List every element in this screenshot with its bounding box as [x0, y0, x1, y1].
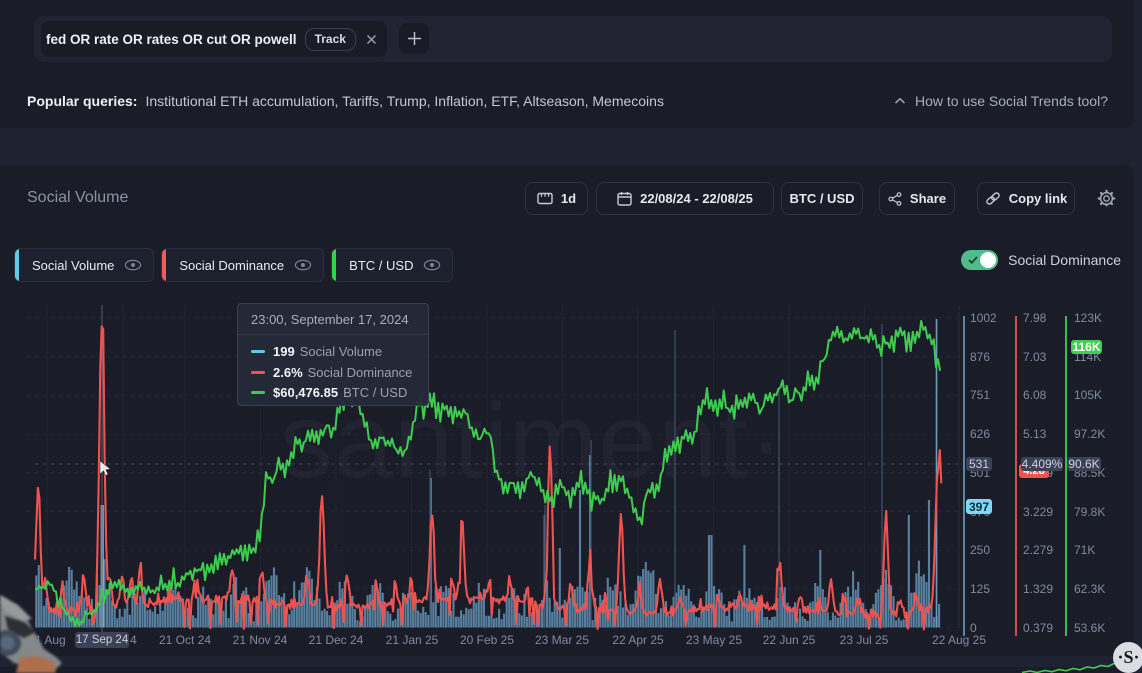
svg-text:1.329: 1.329 — [1023, 582, 1053, 596]
svg-text:21 Dec 24: 21 Dec 24 — [309, 633, 364, 647]
svg-text:751: 751 — [970, 388, 990, 402]
svg-text:97.2K: 97.2K — [1074, 427, 1105, 441]
svg-text:71K: 71K — [1074, 543, 1095, 557]
svg-text:7.98: 7.98 — [1023, 311, 1047, 325]
svg-text:3.229: 3.229 — [1023, 505, 1053, 519]
svg-text:5.13: 5.13 — [1023, 427, 1047, 441]
svg-text:23 Jul 25: 23 Jul 25 — [840, 633, 889, 647]
svg-text:79.8K: 79.8K — [1074, 505, 1105, 519]
svg-text:123K: 123K — [1074, 311, 1102, 325]
svg-text:626: 626 — [970, 427, 990, 441]
svg-text:0.379: 0.379 — [1023, 621, 1053, 635]
svg-text:22 Jun 25: 22 Jun 25 — [763, 633, 816, 647]
svg-text:23 May 25: 23 May 25 — [686, 633, 742, 647]
svg-text:2.279: 2.279 — [1023, 543, 1053, 557]
svg-text:21 Jan 25: 21 Jan 25 — [386, 633, 439, 647]
svg-text:21 Nov 24: 21 Nov 24 — [233, 633, 288, 647]
svg-text:53.6K: 53.6K — [1074, 621, 1105, 635]
svg-text:22 Apr 25: 22 Apr 25 — [612, 633, 664, 647]
svg-text:6.08: 6.08 — [1023, 388, 1047, 402]
svg-text:20 Feb 25: 20 Feb 25 — [460, 633, 514, 647]
svg-text:1002: 1002 — [970, 311, 997, 325]
svg-text:105K: 105K — [1074, 388, 1102, 402]
svg-text:23 Mar 25: 23 Mar 25 — [535, 633, 589, 647]
svg-text:7.03: 7.03 — [1023, 350, 1047, 364]
svg-text:125: 125 — [970, 582, 990, 596]
svg-text:62.3K: 62.3K — [1074, 582, 1105, 596]
svg-text:250: 250 — [970, 543, 990, 557]
svg-text:21 Oct 24: 21 Oct 24 — [159, 633, 211, 647]
svg-text:876: 876 — [970, 350, 990, 364]
svg-text:22 Aug 25: 22 Aug 25 — [932, 633, 986, 647]
